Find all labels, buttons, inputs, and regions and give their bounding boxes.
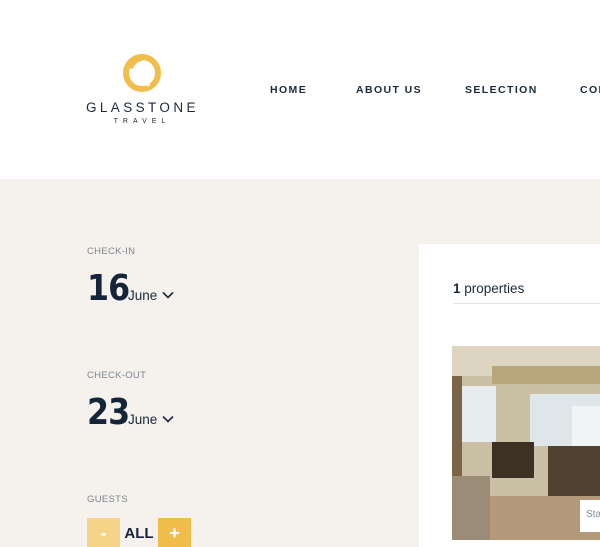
site-header: GLASSTONE TRAVEL HOME ABOUT US SELECTION… [0, 0, 600, 179]
checkin-day: 16 [87, 268, 130, 309]
checkout-day: 23 [87, 392, 130, 433]
checkout-date-picker[interactable]: 23 June [87, 392, 174, 433]
brand-subtitle: TRAVEL [113, 118, 171, 125]
checkin-month: June [128, 288, 158, 303]
results-count-label: properties [464, 281, 525, 296]
property-image [452, 346, 600, 540]
guests-label: GUESTS [87, 494, 128, 505]
guests-value: ALL [124, 524, 154, 542]
checkout-month: June [128, 412, 158, 427]
checkin-date-picker[interactable]: 16 June [87, 268, 174, 309]
glasstone-logo-icon [123, 54, 161, 92]
guests-stepper: - ALL + [87, 518, 191, 547]
nav-item-home[interactable]: HOME [270, 84, 307, 96]
brand-logo[interactable]: GLASSTONE TRAVEL [86, 52, 198, 130]
results-panel: 1 properties Sta [419, 244, 600, 547]
property-photo[interactable] [452, 346, 600, 540]
results-count-number: 1 [453, 281, 461, 296]
nav-item-selection[interactable]: SELECTION [465, 84, 538, 96]
checkout-label: CHECK-OUT [87, 370, 147, 381]
nav-item-contact[interactable]: CON [580, 84, 600, 96]
results-divider [453, 303, 600, 304]
nav-item-about-us[interactable]: ABOUT US [356, 84, 422, 96]
results-count: 1 properties [453, 281, 524, 296]
chevron-down-icon [162, 291, 174, 299]
chevron-down-icon [162, 415, 174, 423]
guests-increase-button[interactable]: + [158, 518, 191, 547]
property-status-tag: Sta [580, 500, 600, 532]
brand-name: GLASSTONE [86, 100, 199, 115]
guests-decrease-button[interactable]: - [87, 518, 120, 547]
checkin-label: CHECK-IN [87, 246, 136, 257]
